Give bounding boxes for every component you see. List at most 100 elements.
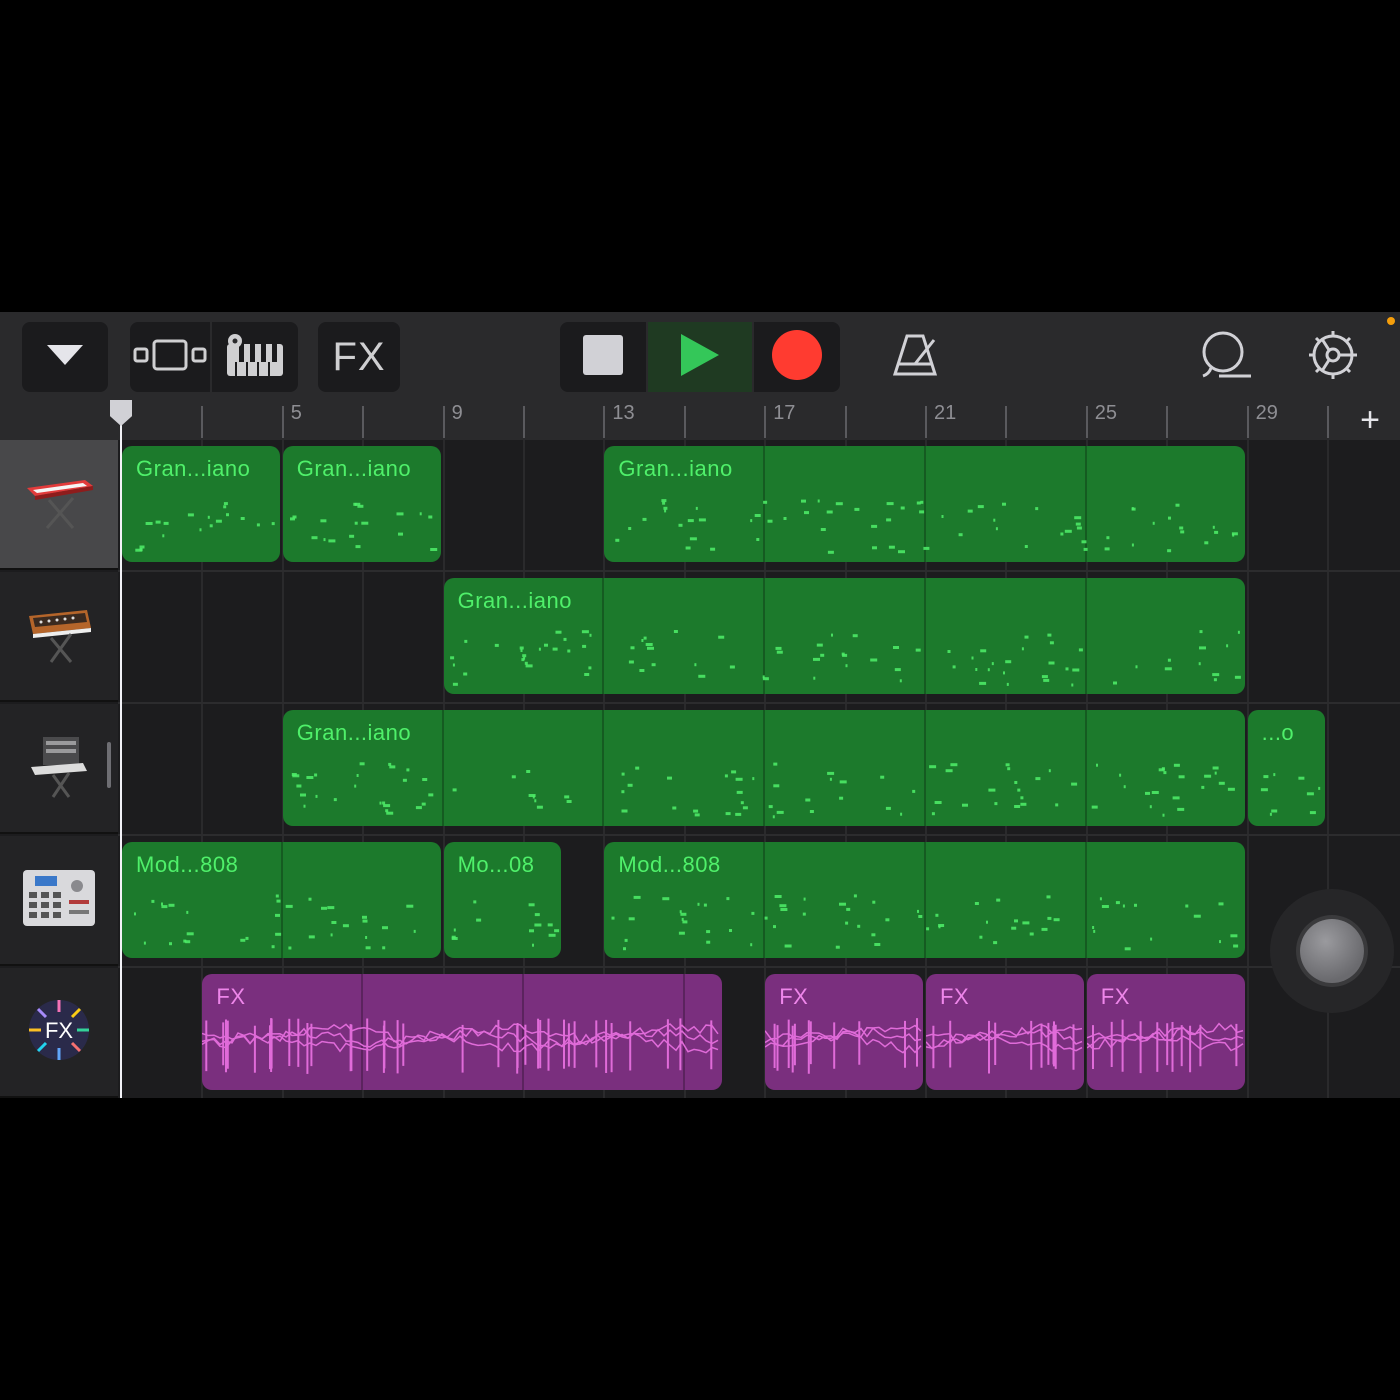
midi-note <box>809 810 814 813</box>
midi-note <box>385 811 393 815</box>
play-button[interactable] <box>648 322 752 392</box>
loop-browser-button[interactable] <box>1190 322 1260 392</box>
midi-region[interactable]: Gran...iano <box>282 446 441 562</box>
midi-note <box>161 902 163 906</box>
midi-note <box>187 513 194 517</box>
midi-note <box>1213 678 1217 682</box>
midi-note <box>889 545 896 549</box>
midi-note <box>1005 763 1010 767</box>
midi-note <box>1070 782 1077 786</box>
midi-note <box>1153 521 1156 525</box>
ruler-bar-number: 13 <box>612 402 635 424</box>
midi-note <box>979 935 983 939</box>
automation-curve <box>1086 1022 1244 1042</box>
midi-note <box>1077 526 1083 530</box>
midi-note <box>804 511 810 515</box>
midi-note <box>768 805 773 809</box>
midi-note <box>162 534 165 538</box>
joystick-knob[interactable] <box>1300 919 1364 983</box>
midi-note <box>1091 805 1098 809</box>
midi-note <box>996 898 1001 902</box>
midi-region[interactable]: ...o <box>1247 710 1325 826</box>
midi-note <box>742 806 748 810</box>
midi-note <box>563 795 569 799</box>
midi-region[interactable]: Gran...iano <box>282 710 1245 826</box>
midi-note <box>780 908 788 911</box>
midi-note <box>978 505 985 509</box>
midi-note <box>762 677 769 681</box>
midi-note <box>323 538 326 542</box>
midi-note <box>1053 918 1060 922</box>
midi-note <box>313 773 317 777</box>
track-header-fx[interactable]: FX <box>0 968 118 1098</box>
midi-region[interactable]: Gran...iano <box>122 446 280 562</box>
midi-note <box>885 806 891 810</box>
track-header-synth-dark[interactable] <box>0 704 118 834</box>
midi-note <box>917 501 922 505</box>
midi-note <box>1112 681 1117 685</box>
ruler-corner <box>0 400 118 440</box>
fx-region[interactable]: FX <box>765 974 923 1090</box>
track-header-drum-machine[interactable] <box>0 836 118 966</box>
track-header-synth-brown[interactable] <box>0 572 118 702</box>
fx-region[interactable]: FX <box>1086 974 1245 1090</box>
fx-region[interactable]: FX <box>202 974 722 1090</box>
midi-note <box>1048 769 1051 773</box>
ruler-bar-number: 9 <box>451 402 463 424</box>
track-resize-handle[interactable] <box>107 742 111 788</box>
midi-note <box>353 784 356 788</box>
midi-note <box>525 664 533 668</box>
instrument-controls-button[interactable] <box>212 322 298 392</box>
play-icon <box>679 332 721 383</box>
midi-note <box>630 646 635 650</box>
scroll-joystick[interactable] <box>1270 889 1394 1013</box>
region-label: Mo...08 <box>457 852 535 877</box>
midi-note <box>673 630 678 633</box>
add-section-button[interactable]: + <box>1340 400 1400 440</box>
metronome-button[interactable] <box>880 322 950 392</box>
midi-note <box>1168 516 1172 520</box>
settings-icon <box>1307 329 1359 386</box>
midi-note <box>1054 803 1058 807</box>
midi-note <box>926 927 930 931</box>
midi-region[interactable]: Mod...808 <box>122 842 441 958</box>
fx-button[interactable]: FX <box>318 322 400 392</box>
midi-note <box>1172 796 1180 800</box>
automation-curve <box>202 1030 719 1054</box>
midi-region[interactable]: Gran...iano <box>443 578 1245 694</box>
midi-note <box>145 522 153 525</box>
midi-note <box>534 913 540 917</box>
midi-note <box>1123 785 1126 789</box>
midi-note <box>168 903 175 907</box>
tracks-view-button[interactable] <box>130 322 210 392</box>
fx-region[interactable]: FX <box>926 974 1084 1090</box>
midi-note <box>547 923 553 927</box>
my-songs-dropdown-button[interactable] <box>22 322 108 392</box>
garageband-tracks-view: FX + 5 9 13 17 21 25 29 FX Gran...iano G… <box>0 312 1400 1098</box>
midi-note <box>1047 916 1052 920</box>
midi-note <box>801 499 807 503</box>
midi-note <box>682 920 688 924</box>
midi-note <box>330 933 333 937</box>
midi-note <box>1035 507 1039 511</box>
midi-note <box>151 899 155 903</box>
settings-button[interactable] <box>1298 322 1368 392</box>
tracks-grid[interactable]: Gran...iano Gran...iano Gran...iano Gran...… <box>110 400 1400 1098</box>
midi-note <box>838 796 843 800</box>
record-button[interactable] <box>754 322 840 392</box>
stop-button[interactable] <box>560 322 646 392</box>
midi-note <box>256 523 260 527</box>
midi-note <box>531 943 534 947</box>
midi-note <box>1070 683 1073 687</box>
midi-note <box>240 517 245 520</box>
midi-region[interactable]: Mo...08 <box>443 842 562 958</box>
midi-region[interactable]: Gran...iano <box>604 446 1245 562</box>
midi-note <box>938 925 941 929</box>
track-header-keyboard[interactable] <box>0 440 118 570</box>
midi-note <box>365 936 368 939</box>
midi-note <box>452 663 455 667</box>
midi-note <box>784 944 792 948</box>
region-label: Mod...808 <box>136 852 239 877</box>
bar-ruler[interactable]: + 5 9 13 17 21 25 29 <box>118 400 1400 440</box>
midi-region[interactable]: Mod...808 <box>604 842 1245 958</box>
